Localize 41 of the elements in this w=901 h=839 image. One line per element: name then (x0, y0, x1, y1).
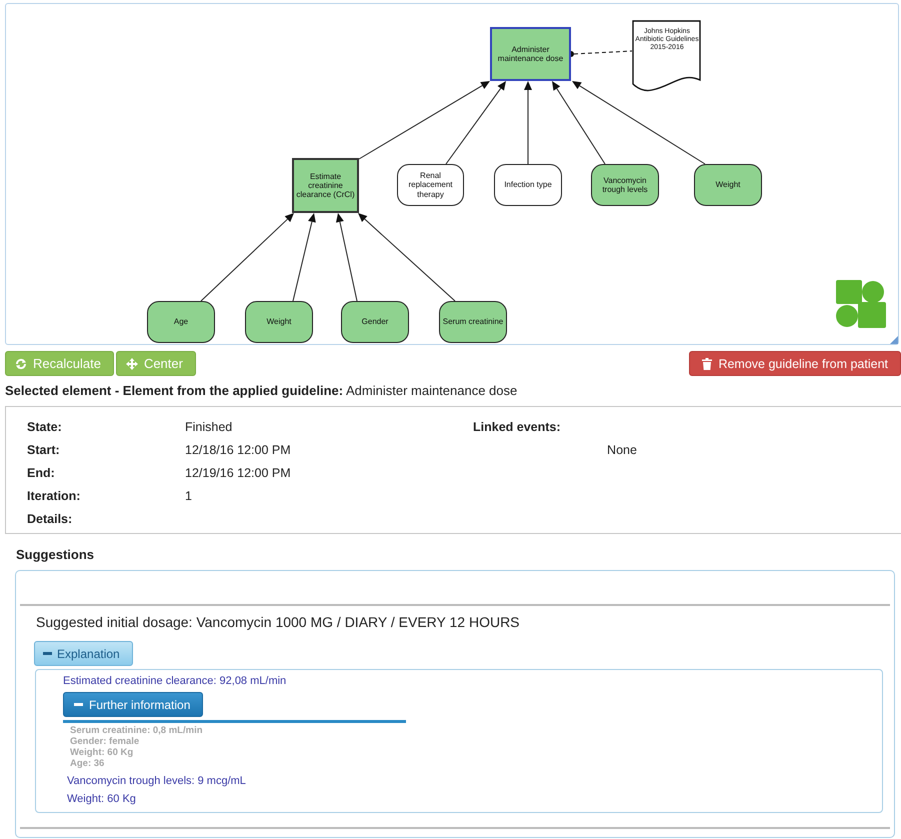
diagram-node[interactable]: Renal replacement therapy (397, 164, 464, 206)
diagram-node[interactable]: Estimate creatinine clearance (CrCl) (292, 158, 359, 213)
diagram-node[interactable]: Administer maintenance dose (490, 27, 571, 81)
further-info-text: Weight: 60 Kg (70, 747, 134, 758)
further-information-button[interactable]: Further information (63, 692, 204, 717)
section-title: Suggestions (16, 547, 96, 562)
toggle-icon (74, 703, 83, 706)
diagram-node[interactable]: Weight (245, 301, 313, 343)
further-info-text: Serum creatinine: 0,8 mL/min (70, 725, 204, 736)
field-value: 12/18/16 12:00 PM (185, 442, 291, 456)
field-label: End: (27, 466, 56, 480)
field-label: State: (27, 420, 63, 434)
selected-element-label: Selected element - Element from the applied guideline: (5, 383, 344, 398)
diagram-node[interactable]: Age (147, 301, 215, 343)
further-info-text: Age: 36 (70, 758, 106, 769)
field-label: Linked events: (473, 420, 562, 434)
diagram-node[interactable]: Serum creatinine (439, 301, 507, 343)
explanation-text: Weight: 60 Kg (67, 793, 137, 805)
field-value: Finished (185, 420, 232, 434)
refresh-icon (15, 358, 27, 370)
resize-handle-icon[interactable] (890, 336, 898, 344)
further-info-text: Gender: female (70, 736, 140, 747)
diagram-node[interactable]: Gender (341, 301, 409, 343)
field-label: Start: (27, 442, 61, 456)
remove-button[interactable]: Remove guideline from patient (689, 351, 901, 376)
selected-element-value: Administer maintenance dose (346, 383, 518, 398)
suggestion-text: Suggested initial dosage: Vancomycin 1000 MG / DIARY / EVERY 12 HOURS (36, 614, 521, 630)
diagram-node[interactable]: Weight (694, 164, 762, 206)
explanation-button[interactable]: Explanation (34, 641, 133, 666)
field-label: Details: (27, 512, 74, 526)
toggle-icon (43, 652, 52, 655)
field-value: None (606, 443, 638, 457)
field-label: Iteration: (27, 488, 82, 502)
explanation-text: Vancomycin trough levels: 9 mcg/mL (67, 775, 247, 787)
trash-icon (702, 358, 712, 370)
explanation-text: Estimated creatinine clearance: 92,08 mL/min (63, 675, 288, 687)
field-value: 1 (185, 488, 192, 502)
diagram-node[interactable]: Infection type (494, 164, 562, 206)
move-icon (126, 358, 138, 370)
diagram-node[interactable]: Vancomycin trough levels (591, 164, 659, 206)
field-value: 12/19/16 12:00 PM (185, 466, 291, 480)
